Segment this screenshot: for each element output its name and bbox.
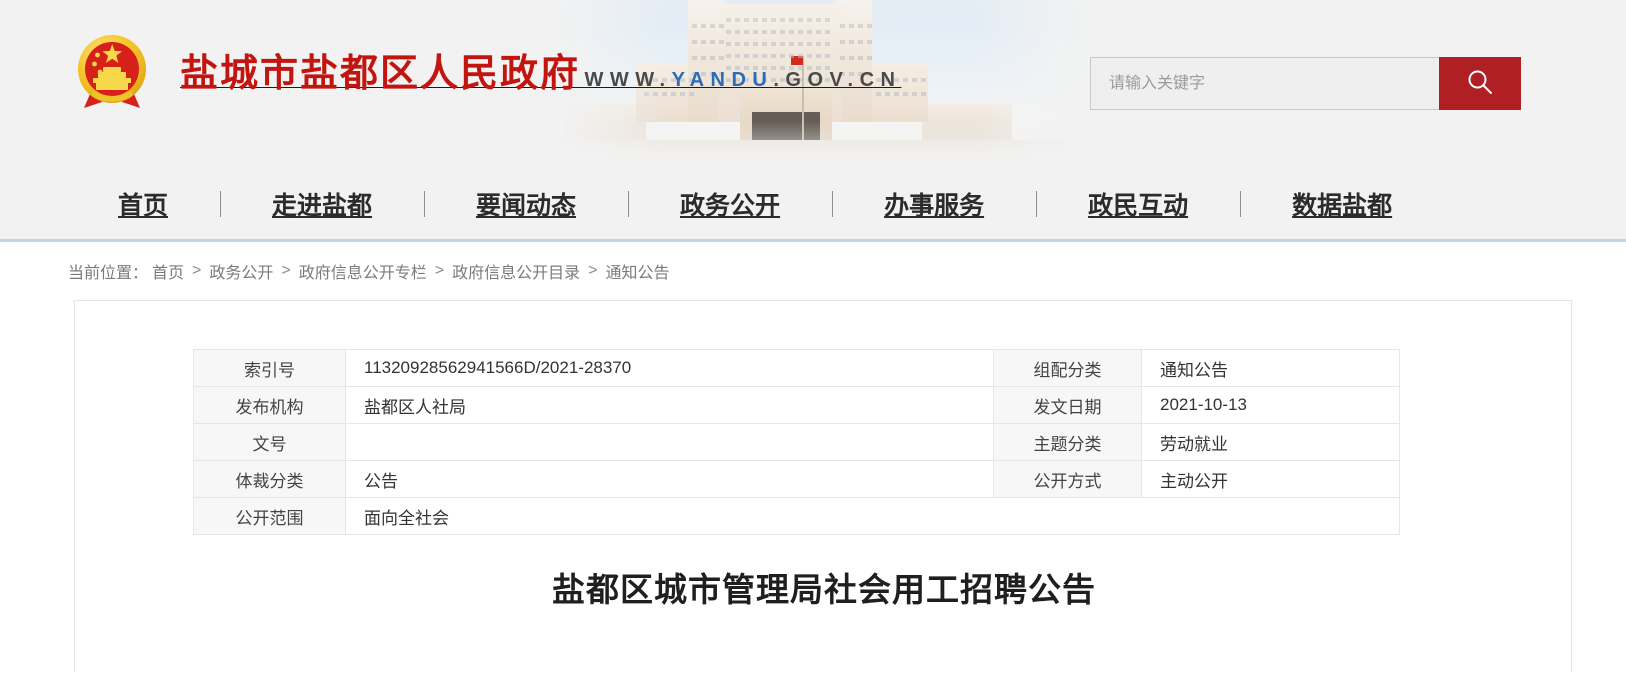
meta-label-disclosure-type: 公开方式	[993, 460, 1142, 498]
breadcrumb-label: 当前位置：	[68, 265, 149, 282]
nav-divider	[1239, 190, 1241, 217]
table-row: 发布机构 盐都区人社局 发文日期 2021-10-13	[193, 386, 1400, 424]
meta-value-disclosure-scope: 面向全社会	[345, 497, 1400, 535]
nav-item-news[interactable]: 要闻动态	[476, 186, 576, 222]
meta-label-subject: 主题分类	[993, 423, 1142, 461]
table-row: 体裁分类 公告 公开方式 主动公开	[193, 460, 1400, 498]
nav-item-gov-open[interactable]: 政务公开	[680, 186, 780, 222]
nav-divider	[1035, 190, 1037, 217]
document-title: 盐都区城市管理局社会用工招聘公告	[552, 571, 1096, 608]
table-row: 索引号 11320928562941566D/2021-28370 组配分类 通…	[193, 349, 1400, 387]
meta-value-index-number: 11320928562941566D/2021-28370	[345, 349, 994, 387]
search-icon	[1465, 67, 1495, 100]
article-card: 索引号 11320928562941566D/2021-28370 组配分类 通…	[74, 300, 1572, 672]
table-row: 公开范围 面向全社会	[193, 497, 1400, 535]
search-button[interactable]	[1439, 57, 1521, 110]
nav-item-services[interactable]: 办事服务	[884, 186, 984, 222]
breadcrumb-item-home[interactable]: 首页	[152, 259, 184, 283]
breadcrumb-separator: >	[192, 262, 202, 279]
meta-label-issue-date: 发文日期	[993, 386, 1142, 424]
breadcrumb-separator: >	[434, 262, 445, 279]
meta-label-genre: 体裁分类	[193, 460, 346, 498]
site-title: 盐城市盐都区人民政府	[180, 52, 581, 95]
main-navigation: 首页 走进盐都 要闻动态 政务公开 办事服务 政民互动 数据盐都	[0, 168, 1626, 242]
meta-label-disclosure-scope: 公开范围	[193, 497, 346, 535]
meta-label-index-number: 索引号	[193, 349, 346, 387]
nav-item-data[interactable]: 数据盐都	[1292, 186, 1392, 222]
meta-value-genre: 公告	[345, 460, 994, 498]
breadcrumb-item-current[interactable]: 通知公告	[605, 259, 669, 283]
meta-value-document-number	[345, 423, 994, 461]
meta-value-category: 通知公告	[1141, 349, 1400, 387]
meta-value-issuing-agency: 盐都区人社局	[345, 386, 994, 424]
breadcrumb-separator: >	[281, 262, 291, 279]
national-emblem-icon	[62, 22, 162, 122]
breadcrumb-separator: >	[588, 262, 598, 279]
nav-divider	[423, 190, 425, 217]
meta-label-category: 组配分类	[993, 349, 1142, 387]
site-logo-link[interactable]: 盐城市盐都区人民政府 WWW.YANDU.GOV.CN	[62, 22, 901, 122]
meta-label-document-number: 文号	[193, 423, 346, 461]
search-input[interactable]	[1090, 57, 1439, 110]
document-metadata-table: 索引号 11320928562941566D/2021-28370 组配分类 通…	[193, 349, 1400, 535]
breadcrumb-item-column[interactable]: 政府信息公开专栏	[299, 259, 427, 283]
nav-item-interaction[interactable]: 政民互动	[1088, 186, 1188, 222]
breadcrumb: 当前位置： 首页 > 政务公开 > 政府信息公开专栏 > 政府信息公开目录 > …	[0, 242, 1626, 300]
site-url: WWW.YANDU.GOV.CN	[584, 68, 902, 91]
site-search	[1090, 57, 1521, 110]
table-row: 文号 主题分类 劳动就业	[193, 423, 1400, 461]
nav-item-home[interactable]: 首页	[118, 186, 168, 222]
nav-divider	[831, 190, 833, 217]
breadcrumb-item-catalog[interactable]: 政府信息公开目录	[452, 259, 580, 283]
site-header: 盐城市盐都区人民政府 WWW.YANDU.GOV.CN	[0, 0, 1626, 168]
nav-item-about[interactable]: 走进盐都	[272, 186, 372, 222]
meta-label-issuing-agency: 发布机构	[193, 386, 346, 424]
meta-value-subject: 劳动就业	[1141, 423, 1400, 461]
breadcrumb-item-gov-open[interactable]: 政务公开	[209, 259, 273, 283]
nav-divider	[627, 190, 629, 217]
meta-value-issue-date: 2021-10-13	[1141, 386, 1400, 424]
meta-value-disclosure-type: 主动公开	[1141, 460, 1400, 498]
nav-divider	[219, 190, 221, 217]
